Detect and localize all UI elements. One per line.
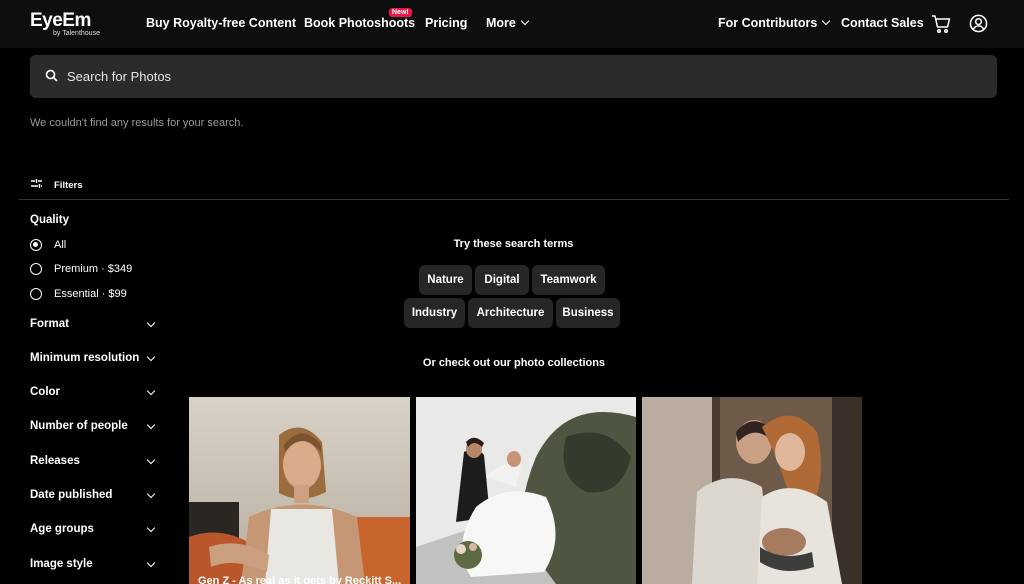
facet-label: Image style	[30, 558, 93, 570]
nav-more-label: More	[486, 16, 516, 30]
search-term-chip[interactable]: Industry	[404, 298, 465, 328]
nav-buy-content[interactable]: Buy Royalty-free Content	[146, 16, 296, 30]
search-term-chip[interactable]: Teamwork	[532, 265, 605, 295]
search-bar	[30, 55, 997, 98]
user-account-icon[interactable]	[969, 14, 988, 38]
filters-toggle[interactable]: Filters	[30, 176, 83, 194]
facet-releases[interactable]: Releases	[30, 455, 158, 467]
facet-label: Number of people	[30, 420, 128, 432]
radio-icon[interactable]	[30, 263, 42, 275]
search-term-chip[interactable]: Architecture	[468, 298, 553, 328]
collection-card[interactable]	[416, 397, 636, 584]
collection-card[interactable]	[642, 397, 862, 584]
nav-for-contributors[interactable]: For Contributors	[718, 16, 831, 30]
collections-title: Or check out our photo collections	[422, 357, 606, 369]
nav-more[interactable]: More	[486, 16, 530, 30]
suggested-terms-title: Try these search terms	[453, 238, 574, 250]
chevron-down-icon	[822, 16, 831, 26]
facet-label: Color	[30, 386, 61, 398]
collection-card[interactable]: Gen Z - As real as it gets by Reckitt S.…	[189, 397, 410, 584]
collection-photo	[416, 397, 636, 584]
quality-option-premium[interactable]: Premium · $349	[30, 263, 132, 275]
chevron-down-icon	[146, 523, 156, 533]
collection-photo	[189, 397, 410, 584]
search-term-chip[interactable]: Nature	[419, 265, 472, 295]
facet-label: Age groups	[30, 523, 94, 535]
facet-label: Format	[30, 318, 69, 330]
chevron-down-icon	[146, 489, 156, 499]
filters-divider	[19, 199, 1009, 200]
facet-label: Releases	[30, 455, 80, 467]
facet-format[interactable]: Format	[30, 318, 158, 330]
new-badge: New!	[389, 8, 412, 17]
search-term-chip[interactable]: Digital	[475, 265, 529, 295]
nav-pricing[interactable]: Pricing	[425, 16, 467, 30]
collection-caption: Gen Z - As real as it gets by Reckitt S.…	[198, 575, 402, 584]
nav-contact-sales[interactable]: Contact Sales	[841, 16, 924, 30]
quality-option-label: Premium · $349	[54, 263, 133, 275]
quality-option-essential[interactable]: Essential · $99	[30, 288, 127, 300]
facet-date-published[interactable]: Date published	[30, 489, 158, 501]
no-results-message: We couldn't find any results for your se…	[30, 117, 244, 129]
facet-color[interactable]: Color	[30, 386, 158, 398]
chevron-down-icon	[520, 16, 530, 26]
facet-age-groups[interactable]: Age groups	[30, 523, 158, 535]
logo-subtitle: by Talenthouse	[53, 30, 100, 37]
top-navigation: EyeEm by Talenthouse Buy Royalty-free Co…	[0, 0, 1024, 48]
eyeem-logo[interactable]: EyeEm by Talenthouse	[30, 10, 100, 37]
search-icon	[45, 69, 58, 87]
collection-photo	[642, 397, 862, 584]
chevron-down-icon	[146, 386, 156, 396]
search-input[interactable]	[67, 55, 967, 98]
chevron-down-icon	[146, 455, 156, 465]
chevron-down-icon	[146, 558, 156, 568]
chevron-down-icon	[146, 318, 156, 328]
radio-icon[interactable]	[30, 288, 42, 300]
quality-option-label: Essential · $99	[54, 288, 127, 300]
cart-icon[interactable]	[931, 14, 951, 39]
logo-wordmark: EyeEm	[30, 10, 91, 31]
facet-number-of-people[interactable]: Number of people	[30, 420, 158, 432]
facet-image-style[interactable]: Image style	[30, 558, 158, 570]
facet-label: Date published	[30, 489, 113, 501]
filters-label: Filters	[54, 179, 83, 191]
search-term-chip[interactable]: Business	[556, 298, 620, 328]
filters-sliders-icon	[30, 176, 43, 194]
chevron-down-icon	[146, 420, 156, 430]
nav-contributors-label: For Contributors	[718, 16, 818, 30]
nav-book-photoshoots[interactable]: Book Photoshoots	[304, 16, 415, 30]
quality-filter-title: Quality	[30, 214, 69, 226]
